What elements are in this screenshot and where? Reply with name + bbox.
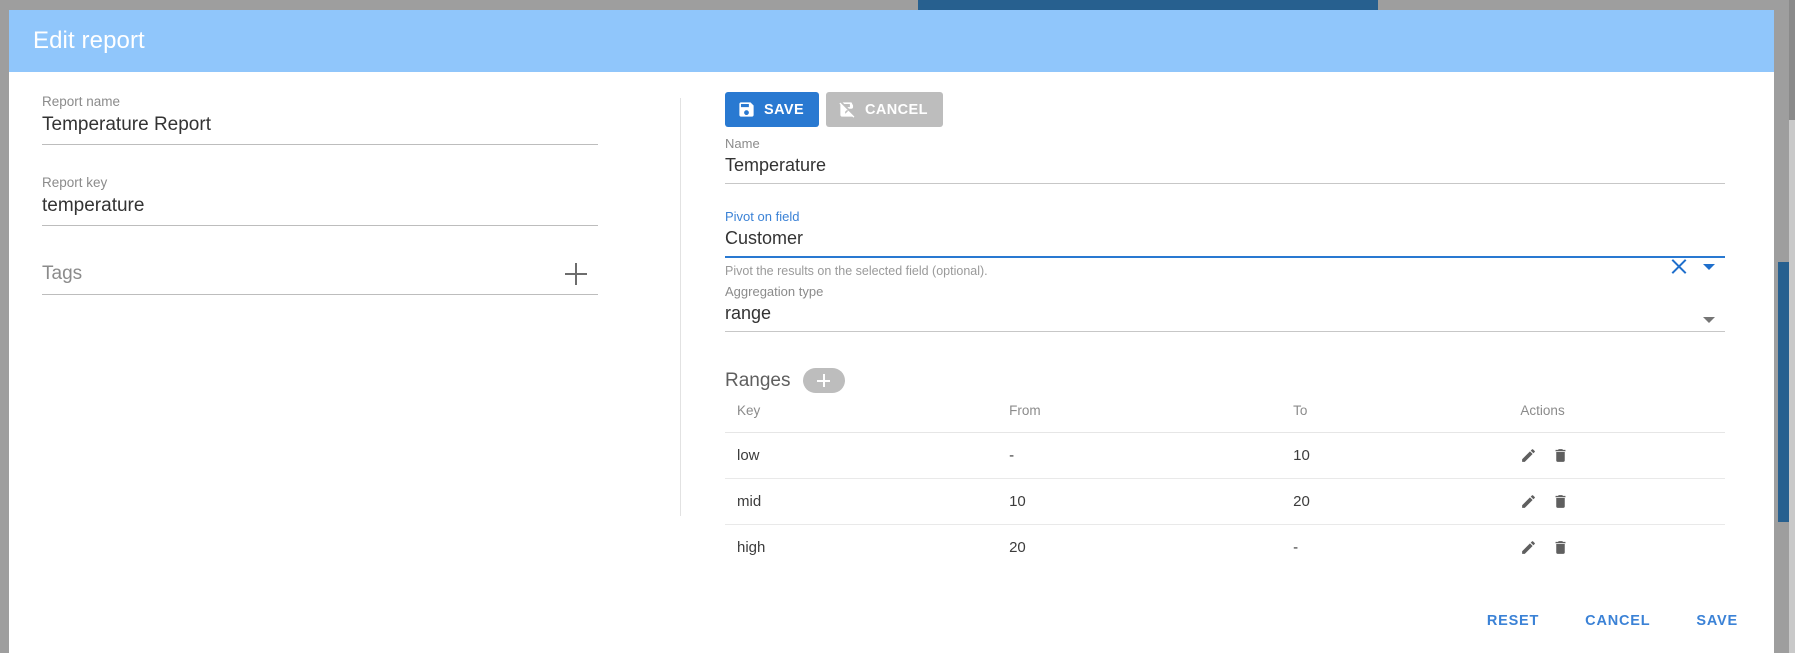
add-range-button[interactable]: [802, 368, 845, 393]
pivot-on-field-label: Pivot on field: [725, 209, 800, 224]
range-key: low: [725, 432, 1010, 479]
reset-button[interactable]: RESET: [1473, 603, 1553, 639]
cancel-config-button-label: CANCEL: [865, 101, 928, 118]
ranges-table-header-row: Key From To Actions: [725, 401, 1725, 433]
report-name-label: Report name: [42, 94, 121, 109]
range-row-actions: [1520, 447, 1725, 464]
column-header-to: To: [1293, 401, 1521, 433]
range-from: -: [1009, 432, 1294, 479]
pivot-on-field[interactable]: Pivot on field Customer Pivot the result…: [725, 208, 1725, 281]
report-name-field[interactable]: Report name Temperature Report: [42, 94, 598, 145]
save-config-button-label: SAVE: [764, 101, 805, 118]
tags-field[interactable]: Tags: [42, 262, 598, 295]
aggregation-type-label: Aggregation type: [725, 284, 824, 299]
dialog-footer-actions: RESET CANCEL SAVE: [1473, 603, 1752, 639]
edit-range-pencil-icon[interactable]: [1520, 447, 1537, 464]
name-field[interactable]: Name Temperature: [725, 135, 1725, 184]
delete-range-trash-icon[interactable]: [1552, 539, 1569, 556]
table-row[interactable]: high 20 -: [725, 525, 1725, 571]
column-header-key: Key: [725, 401, 1010, 433]
page-title: Edit report: [33, 27, 145, 54]
ranges-header: Ranges: [725, 368, 1774, 393]
aggregation-type-chevron-down-icon[interactable]: [1703, 317, 1715, 323]
range-row-actions: [1520, 539, 1725, 556]
column-header-from: From: [1009, 401, 1294, 433]
name-underline: [725, 183, 1725, 184]
pivot-field-chevron-down-icon[interactable]: [1703, 263, 1715, 270]
report-name-underline: [42, 144, 598, 145]
table-row[interactable]: mid 10 20: [725, 478, 1725, 525]
save-icon: [739, 102, 754, 117]
name-value[interactable]: Temperature: [725, 152, 1725, 183]
background-page-edge: [1778, 262, 1789, 522]
table-row[interactable]: low - 10: [725, 432, 1725, 479]
clear-pivot-field-icon[interactable]: [1670, 258, 1687, 275]
range-to: -: [1293, 539, 1299, 556]
range-key: mid: [725, 478, 1010, 525]
report-key-field[interactable]: Report key temperature: [42, 175, 598, 226]
edit-report-dialog: Edit report Report name Temperature Repo…: [9, 10, 1774, 653]
range-from: 20: [1009, 539, 1026, 556]
range-to: 10: [1293, 432, 1521, 479]
tags-underline: [42, 294, 598, 295]
pivot-on-field-hint: Pivot the results on the selected field …: [725, 264, 988, 278]
report-key-value[interactable]: temperature: [42, 193, 598, 225]
pivot-on-field-underline: [725, 256, 1725, 258]
screen: Edit report Report name Temperature Repo…: [0, 0, 1795, 653]
name-label: Name: [725, 136, 760, 151]
pivot-field-controls: [1670, 258, 1715, 275]
cancel-button[interactable]: CANCEL: [1571, 603, 1664, 639]
edit-range-pencil-icon[interactable]: [1520, 493, 1537, 510]
edit-range-pencil-icon[interactable]: [1520, 539, 1537, 556]
range-key: high: [737, 539, 766, 556]
delete-range-trash-icon[interactable]: [1552, 447, 1569, 464]
save-button[interactable]: SAVE: [1682, 603, 1752, 639]
aggregation-type-field[interactable]: Aggregation type range: [725, 283, 1725, 332]
dialog-header: Edit report: [9, 10, 1774, 72]
report-config-panel: SAVE CANCEL Name Temperature Pivot on fi…: [679, 72, 1774, 556]
save-off-icon: [839, 102, 855, 118]
report-name-value[interactable]: Temperature Report: [42, 112, 598, 144]
report-key-underline: [42, 225, 598, 226]
save-config-button[interactable]: SAVE: [725, 92, 820, 127]
report-details-panel: Report name Temperature Report Report ke…: [9, 72, 679, 537]
report-key-label: Report key: [42, 175, 108, 190]
tags-label: Tags: [42, 263, 83, 284]
ranges-title: Ranges: [725, 369, 791, 391]
background-page-toolbar: [918, 0, 1378, 10]
config-toolbar: SAVE CANCEL: [725, 92, 1774, 127]
column-header-actions: Actions: [1520, 401, 1725, 433]
dialog-body: Report name Temperature Report Report ke…: [9, 72, 1774, 556]
aggregation-type-underline: [725, 331, 1725, 332]
range-to: 20: [1293, 478, 1521, 525]
pivot-on-field-value[interactable]: Customer: [725, 225, 1725, 256]
cancel-config-button[interactable]: CANCEL: [826, 92, 943, 127]
aggregation-type-value[interactable]: range: [725, 300, 1725, 331]
add-tag-plus-icon[interactable]: [564, 262, 588, 286]
ranges-table: Key From To Actions low - 10 mid 10 20 h…: [725, 401, 1725, 570]
page-scrollbar-track[interactable]: [1789, 0, 1795, 653]
range-from: 10: [1009, 478, 1294, 525]
page-scrollbar-thumb[interactable]: [1789, 0, 1795, 120]
range-row-actions: [1520, 493, 1725, 510]
delete-range-trash-icon[interactable]: [1552, 493, 1569, 510]
